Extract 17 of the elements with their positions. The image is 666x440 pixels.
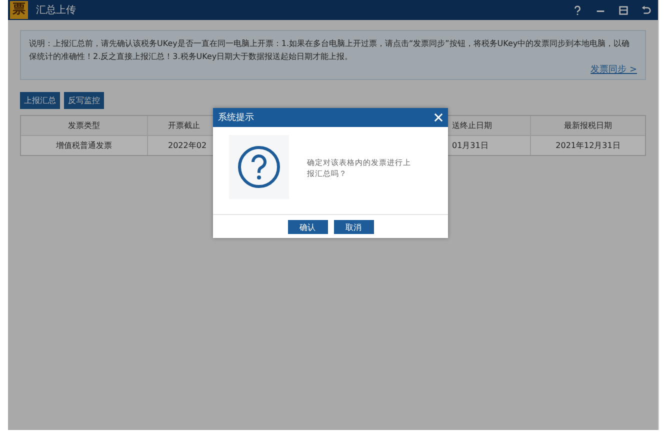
sync-link[interactable]: 发票同步 > <box>590 63 637 76</box>
back-icon[interactable] <box>641 4 652 16</box>
question-icon <box>237 145 281 189</box>
column-header: 发票类型 <box>21 116 148 135</box>
column-header: 最新报税日期 <box>563 120 613 132</box>
close-icon[interactable] <box>434 113 443 122</box>
dialog-button[interactable]: 确认 <box>288 220 328 234</box>
dialog-button[interactable]: 取消 <box>334 220 374 234</box>
app-logo: 票 <box>10 1 28 19</box>
maximize-icon[interactable] <box>618 4 629 16</box>
toolbar-button[interactable]: 上报汇总 <box>20 92 60 109</box>
notice-text: 说明：上报汇总前，请先确认该税务UKey是否一直在同一电脑上开票：1.如果在多台电脑上开过票，请点击“发票同步”按钮，将税务UKey中的发票同步到本地电脑，以确保统计的准确性！2.反之直接上报汇总！3.税务UKey日期大于数据报送起始日期才能上报。 <box>29 38 631 63</box>
toolbar-button[interactable]: 反写监控 <box>64 92 104 109</box>
help-icon[interactable] <box>572 4 583 16</box>
table-cell: 增值税普通发票 <box>21 136 148 155</box>
table-cell-text: 2021年12月31日 <box>554 140 622 152</box>
window-title: 汇总上传 <box>36 4 76 17</box>
